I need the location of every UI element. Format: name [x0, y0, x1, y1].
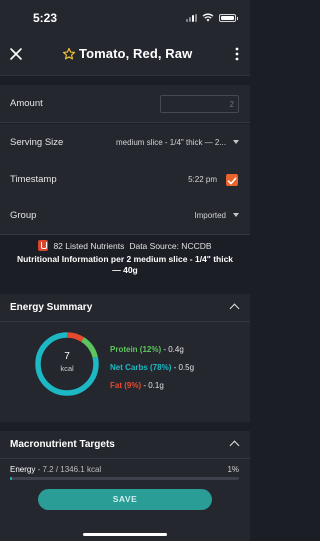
amount-label: Amount: [10, 98, 43, 109]
energy-summary-card: Energy Summary 7 kcal Protein (12%) - 0.…: [0, 294, 250, 422]
kcal-value: 7: [64, 351, 70, 362]
chevron-up-icon[interactable]: [229, 303, 240, 314]
battery-icon: [219, 13, 238, 22]
fat-amount: - 0.1g: [141, 381, 164, 390]
nutrition-basis: Nutritional Information per 2 medium sli…: [16, 254, 234, 275]
group-select[interactable]: Imported: [194, 211, 226, 220]
chevron-down-icon[interactable]: [233, 213, 239, 217]
energy-progress-bar: [10, 477, 239, 480]
energy-target-percent: 1%: [227, 465, 239, 474]
status-time: 5:23: [33, 11, 58, 25]
net-carbs-amount: - 0.5g: [171, 363, 195, 372]
check-icon: [227, 177, 237, 185]
protein-amount: - 0.4g: [161, 345, 184, 354]
status-bar: 5:23: [0, 0, 250, 34]
carbs-line: Net Carbs (78%) - 0.5g: [110, 363, 194, 372]
chevron-up-icon[interactable]: [229, 440, 240, 451]
donut-center: 7 kcal: [32, 351, 102, 373]
macro-targets-title: Macronutrient Targets: [10, 439, 115, 450]
star-icon[interactable]: [62, 47, 76, 61]
save-button[interactable]: SAVE: [38, 489, 212, 510]
energy-target-detail: - 7.2 / 1346.1 kcal: [35, 465, 102, 474]
serving-size-select[interactable]: medium slice - 1/4" thick — 2...: [116, 138, 226, 147]
fat-line: Fat (9%) - 0.1g: [110, 381, 164, 390]
close-icon[interactable]: [8, 46, 24, 62]
protein-line: Protein (12%) - 0.4g: [110, 345, 184, 354]
nutrient-source-line: 82 Listed Nutrients Data Source: NCCDB: [0, 240, 250, 251]
timestamp-row: Timestamp 5:22 pm: [0, 161, 250, 199]
timestamp-checkbox[interactable]: [226, 174, 238, 186]
flask-icon: [38, 240, 49, 251]
amount-input[interactable]: [160, 95, 239, 113]
more-options-icon[interactable]: [234, 46, 240, 62]
chevron-down-icon[interactable]: [233, 140, 239, 144]
fat-label: Fat (9%): [110, 381, 142, 390]
status-icons: [186, 13, 238, 22]
group-row[interactable]: Group Imported: [0, 197, 250, 235]
energy-progress-fill: [10, 477, 13, 480]
energy-summary-header[interactable]: Energy Summary: [0, 294, 250, 322]
page-title: Tomato, Red, Raw: [79, 46, 193, 61]
amount-row: Amount: [0, 85, 250, 123]
home-indicator: [83, 533, 167, 536]
header-bar: Tomato, Red, Raw: [0, 34, 250, 76]
energy-summary-title: Energy Summary: [10, 302, 93, 313]
protein-label: Protein (12%): [110, 345, 162, 354]
serving-size-label: Serving Size: [10, 137, 64, 148]
listed-nutrients: 82 Listed Nutrients: [53, 240, 125, 251]
macronutrient-targets-card: Macronutrient Targets Energy - 7.2 / 134…: [0, 431, 250, 541]
macro-targets-header[interactable]: Macronutrient Targets: [0, 431, 250, 459]
energy-target-label: Energy - 7.2 / 1346.1 kcal: [10, 465, 101, 474]
kcal-unit: kcal: [60, 364, 74, 373]
group-label: Group: [10, 210, 37, 221]
cellular-signal-icon: [186, 13, 197, 22]
data-source: Data Source: NCCDB: [129, 240, 212, 251]
serving-size-row[interactable]: Serving Size medium slice - 1/4" thick —…: [0, 124, 250, 162]
wifi-icon: [202, 13, 214, 22]
net-carbs-label: Net Carbs (78%): [110, 363, 172, 372]
title-wrap: Tomato, Red, Raw: [62, 46, 192, 61]
timestamp-value[interactable]: 5:22 pm: [188, 175, 217, 184]
timestamp-label: Timestamp: [10, 174, 57, 185]
nutrient-info: 82 Listed Nutrients Data Source: NCCDB N…: [0, 236, 250, 276]
energy-target-name: Energy: [10, 465, 36, 474]
